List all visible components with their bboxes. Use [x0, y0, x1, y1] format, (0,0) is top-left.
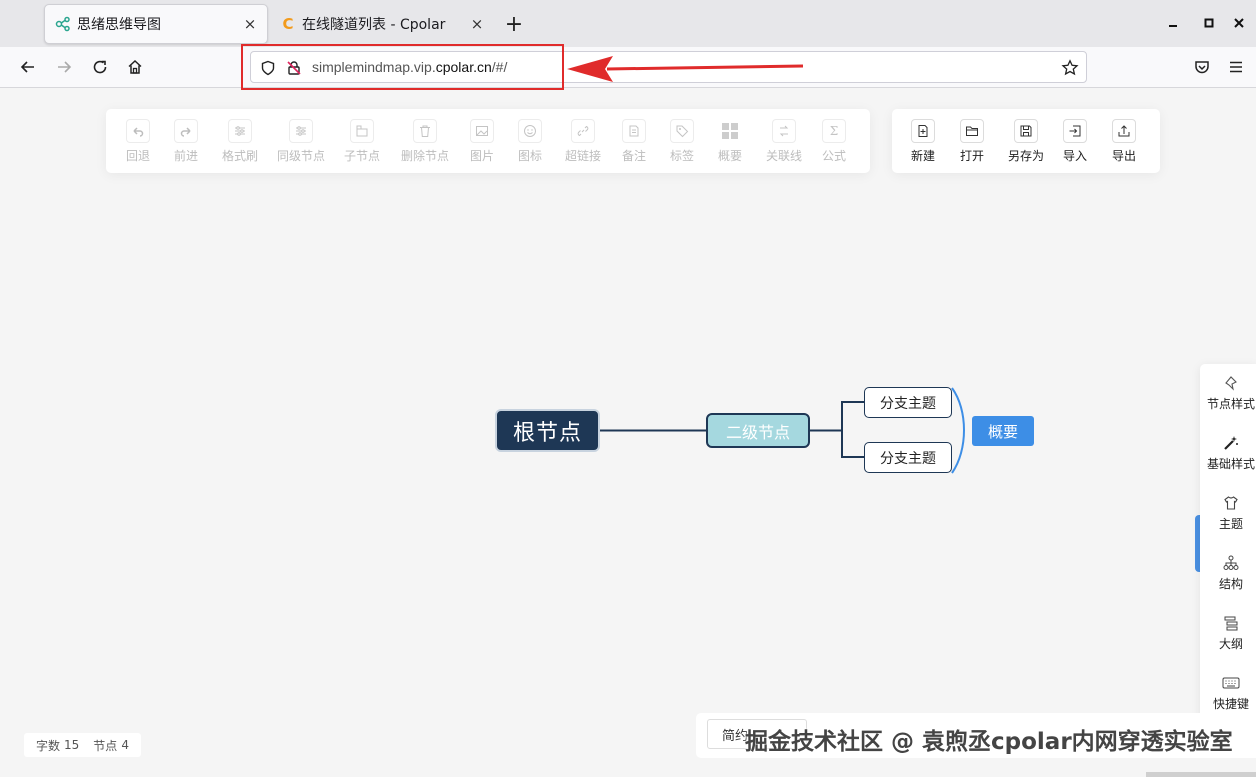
- format-brush-label: 格式刷: [222, 149, 259, 163]
- branch-node[interactable]: 分支主题: [864, 442, 952, 473]
- save-as-icon: [1014, 119, 1038, 143]
- magic-wand-icon: [1221, 433, 1241, 453]
- association-line-button[interactable]: 关联线: [766, 119, 802, 164]
- branch-node[interactable]: 分支主题: [864, 387, 952, 418]
- format-brush-button[interactable]: 格式刷: [222, 119, 258, 164]
- redo-button[interactable]: 前进: [174, 119, 198, 164]
- summary-node[interactable]: 概要: [972, 416, 1034, 446]
- tag-label: 标签: [670, 149, 695, 163]
- sidebar-item-node-style[interactable]: 节点样式: [1200, 373, 1256, 412]
- note-label: 备注: [622, 149, 647, 163]
- word-count-label: 字数: [36, 738, 61, 753]
- shirt-icon: [1221, 493, 1241, 513]
- tag-icon: [670, 119, 694, 143]
- sidebar-label: 基础样式: [1206, 457, 1255, 471]
- note-button[interactable]: 备注: [622, 119, 646, 164]
- outline-icon: [1221, 613, 1241, 633]
- second-level-node[interactable]: 二级节点: [706, 413, 810, 448]
- association-line-label: 关联线: [766, 149, 803, 163]
- node-count-label: 节点: [93, 738, 118, 753]
- open-label: 打开: [960, 149, 985, 163]
- right-sidebar: 节点样式 基础样式 主题 结构 大纲 快捷键: [1200, 364, 1256, 724]
- summary-button[interactable]: 概要: [718, 119, 742, 164]
- format-brush-icon: [228, 119, 252, 143]
- file-toolbar: 新建 打开 另存为 导入 导出: [892, 109, 1160, 173]
- sidebar-item-base-style[interactable]: 基础样式: [1200, 433, 1256, 472]
- import-button[interactable]: 导入: [1063, 119, 1087, 164]
- node-style-icon: [1221, 373, 1241, 393]
- sibling-node-button[interactable]: 同级节点: [277, 119, 325, 164]
- sidebar-item-theme[interactable]: 主题: [1200, 493, 1256, 532]
- structure-icon: [1221, 553, 1241, 573]
- undo-label: 回退: [126, 149, 151, 163]
- import-icon: [1063, 119, 1087, 143]
- note-icon: [622, 119, 646, 143]
- formula-icon: Σ: [822, 119, 846, 143]
- image-button[interactable]: 图片: [470, 119, 494, 164]
- delete-icon: [413, 119, 437, 143]
- save-as-button[interactable]: 另存为: [1008, 119, 1044, 164]
- child-node-icon: [350, 119, 374, 143]
- image-icon: [470, 119, 494, 143]
- icon-button[interactable]: 图标: [518, 119, 542, 164]
- sidebar-label: 大纲: [1218, 637, 1243, 651]
- watermark-text: 掘金技术社区 @ 袁煦丞cpolar内网穿透实验室: [745, 729, 1233, 755]
- formula-label: 公式: [822, 149, 847, 163]
- open-button[interactable]: 打开: [960, 119, 984, 164]
- redo-icon: [174, 119, 198, 143]
- sidebar-item-structure[interactable]: 结构: [1200, 553, 1256, 592]
- icon-label: 图标: [518, 149, 543, 163]
- new-file-button[interactable]: 新建: [911, 119, 935, 164]
- export-button[interactable]: 导出: [1112, 119, 1136, 164]
- formula-button[interactable]: Σ 公式: [822, 119, 846, 164]
- association-line-icon: [772, 119, 796, 143]
- keyboard-icon: [1221, 673, 1241, 693]
- save-as-label: 另存为: [1008, 149, 1045, 163]
- horizontal-scrollbar[interactable]: [1146, 772, 1256, 777]
- summary-label: 概要: [718, 149, 743, 163]
- sidebar-label: 结构: [1218, 577, 1243, 591]
- status-counts: 字数 15 节点 4: [24, 733, 141, 757]
- sibling-node-icon: [289, 119, 313, 143]
- export-label: 导出: [1112, 149, 1137, 163]
- node-count-value: 4: [121, 738, 129, 752]
- sidebar-item-shortcuts[interactable]: 快捷键: [1200, 673, 1256, 712]
- import-label: 导入: [1063, 149, 1088, 163]
- link-icon: [571, 119, 595, 143]
- sidebar-label: 主题: [1218, 517, 1243, 531]
- child-node-label: 子节点: [344, 149, 381, 163]
- sidebar-label: 节点样式: [1206, 397, 1255, 411]
- image-label: 图片: [470, 149, 495, 163]
- undo-icon: [126, 119, 150, 143]
- summary-icon: [718, 119, 742, 143]
- emoji-icon: [518, 119, 542, 143]
- hyperlink-button[interactable]: 超链接: [565, 119, 601, 164]
- undo-button[interactable]: 回退: [126, 119, 150, 164]
- delete-node-button[interactable]: 删除节点: [401, 119, 449, 164]
- export-icon: [1112, 119, 1136, 143]
- sibling-node-label: 同级节点: [277, 149, 326, 163]
- open-folder-icon: [960, 119, 984, 143]
- new-file-label: 新建: [911, 149, 936, 163]
- redo-label: 前进: [174, 149, 199, 163]
- tag-button[interactable]: 标签: [670, 119, 694, 164]
- word-count-value: 15: [64, 738, 80, 752]
- sidebar-label: 快捷键: [1212, 697, 1249, 711]
- hyperlink-label: 超链接: [565, 149, 602, 163]
- delete-node-label: 删除节点: [401, 149, 450, 163]
- edit-toolbar: 回退 前进 格式刷 同级节点 子节点 删除节点 图片 图标 超链接 备注 标签: [106, 109, 870, 173]
- sidebar-item-outline[interactable]: 大纲: [1200, 613, 1256, 652]
- child-node-button[interactable]: 子节点: [344, 119, 380, 164]
- root-node[interactable]: 根节点: [495, 409, 600, 452]
- new-file-icon: [911, 119, 935, 143]
